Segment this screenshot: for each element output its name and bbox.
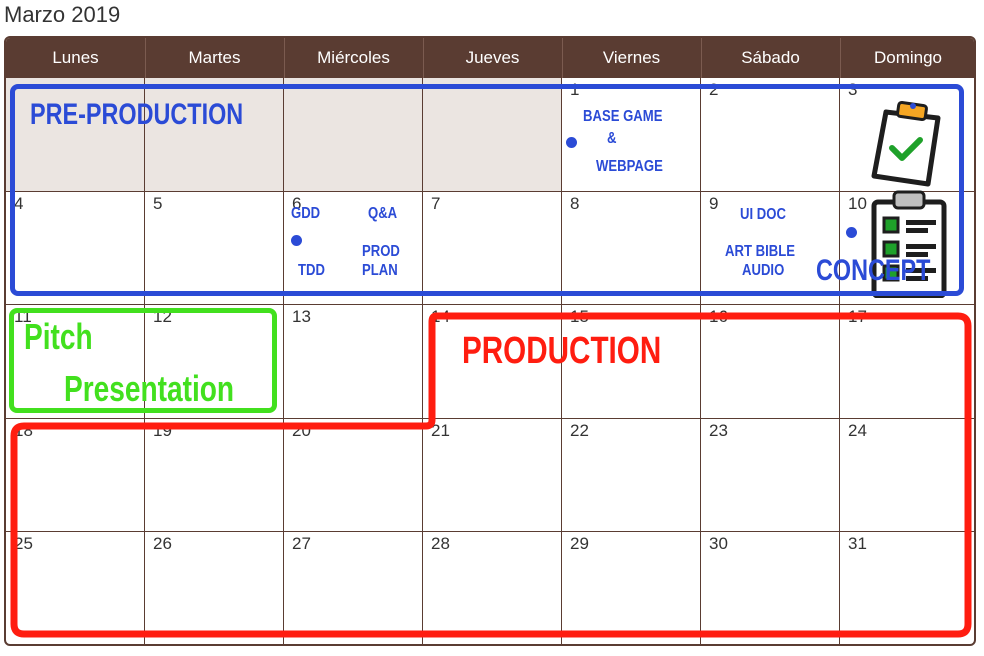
production-label: PRODUCTION: [462, 330, 662, 372]
production-region: [10, 312, 972, 638]
